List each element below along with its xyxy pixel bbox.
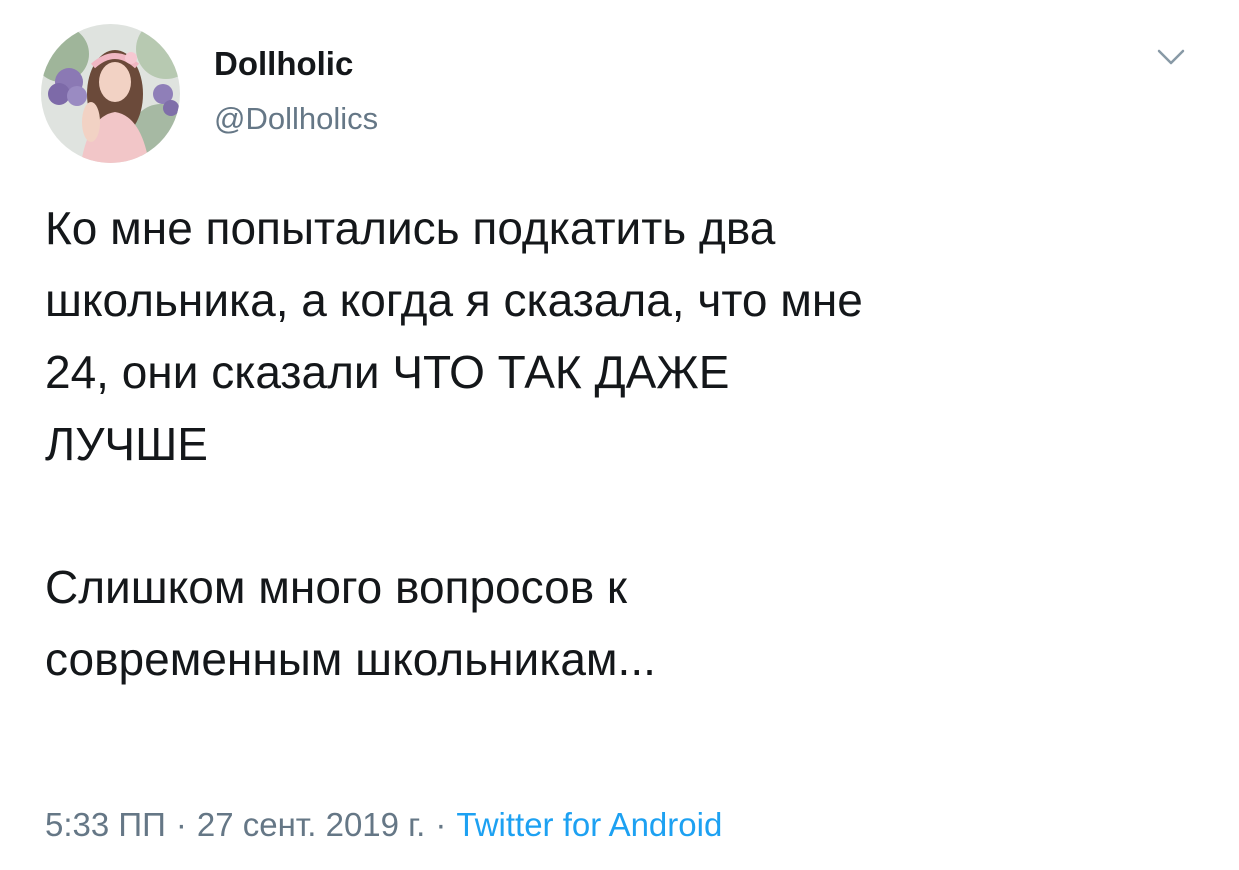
tweet-date[interactable]: 27 сент. 2019 г. [197, 806, 426, 843]
tweet-source-link[interactable]: Twitter for Android [456, 806, 722, 843]
tweet-card: Dollholic @Dollholics Ко мне попытались … [0, 0, 1239, 870]
separator: · [175, 806, 187, 843]
avatar[interactable] [41, 24, 180, 163]
chevron-down-icon[interactable] [1151, 42, 1191, 72]
separator: · [435, 806, 447, 843]
display-name[interactable]: Dollholic [214, 44, 353, 84]
tweet-paragraph: Ко мне попытались подкатить два школьник… [45, 202, 863, 470]
avatar-image [41, 24, 180, 163]
tweet-time[interactable]: 5:33 ПП [45, 806, 166, 843]
user-handle[interactable]: @Dollholics [214, 100, 378, 138]
tweet-metadata: 5:33 ПП · 27 сент. 2019 г. · Twitter for And… [45, 804, 722, 846]
tweet-paragraph: Слишком много вопросов к современным шко… [45, 561, 656, 685]
tweet-text: Ко мне попытались подкатить два школьник… [45, 192, 1205, 695]
